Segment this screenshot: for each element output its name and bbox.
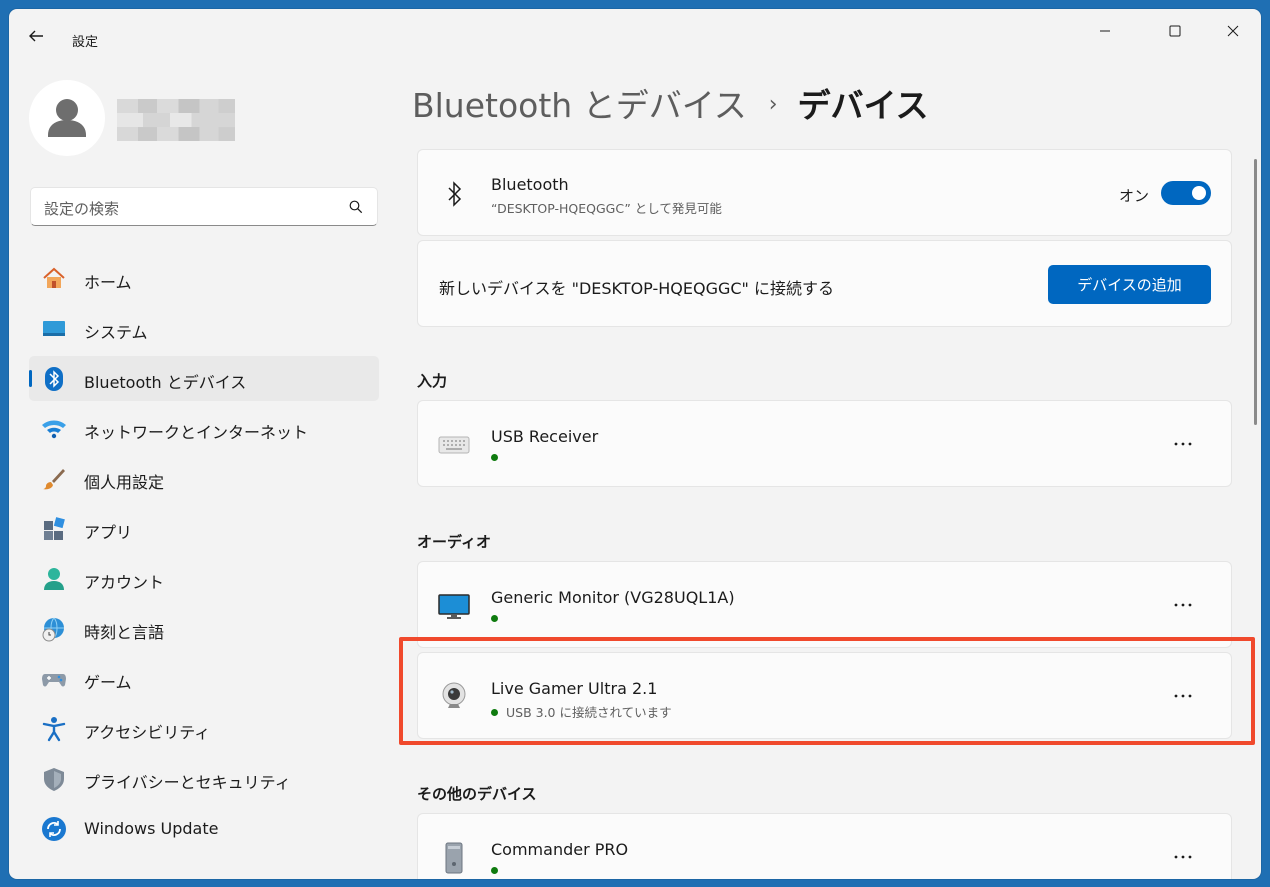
- monitor-icon: [41, 316, 67, 342]
- sidebar-item-gaming[interactable]: ゲーム: [29, 656, 379, 701]
- sidebar-item-label: 時刻と言語: [84, 623, 165, 642]
- device-status: [491, 863, 506, 878]
- bluetooth-card: Bluetooth “DESKTOP-HQEQGGC” として発見可能 オン: [417, 149, 1232, 236]
- sidebar-item-label: 個人用設定: [84, 473, 165, 492]
- breadcrumb: Bluetooth とデバイス › デバイス: [412, 79, 929, 127]
- sidebar-item-apps[interactable]: アプリ: [29, 506, 379, 551]
- connected-dot-icon: [491, 615, 498, 622]
- wifi-icon: [41, 416, 67, 442]
- paintbrush-icon: [41, 466, 67, 492]
- sidebar-item-privacy[interactable]: プライバシーとセキュリティ: [29, 756, 379, 801]
- highlight-box: [399, 637, 1255, 745]
- search-input[interactable]: 設定の検索: [30, 187, 378, 226]
- minimize-button[interactable]: [1082, 17, 1128, 45]
- bluetooth-icon: [41, 366, 67, 392]
- keyboard-icon: [436, 427, 472, 463]
- bluetooth-icon: [436, 176, 472, 212]
- maximize-button[interactable]: [1152, 17, 1198, 45]
- title-bar: 設定: [9, 9, 1261, 53]
- person-silhouette-icon: [48, 99, 86, 137]
- bluetooth-title: Bluetooth: [491, 175, 569, 194]
- person-icon: [41, 566, 67, 592]
- device-row-commander-pro[interactable]: Commander PRO: [417, 813, 1232, 879]
- add-device-button[interactable]: デバイスの追加: [1048, 265, 1211, 304]
- section-input-heading: 入力: [417, 372, 448, 390]
- device-status: [491, 450, 506, 465]
- device-tower-icon: [436, 840, 472, 876]
- sidebar-item-network[interactable]: ネットワークとインターネット: [29, 406, 379, 451]
- chevron-right-icon: ›: [768, 92, 778, 117]
- ellipsis-icon: [1174, 442, 1192, 446]
- section-other-heading: その他のデバイス: [417, 785, 537, 803]
- back-arrow-icon[interactable]: [27, 27, 49, 49]
- device-name: Generic Monitor (VG28UQL1A): [491, 588, 735, 607]
- globe-clock-icon: [41, 616, 67, 642]
- sidebar-item-label: アプリ: [84, 523, 133, 542]
- bluetooth-toggle[interactable]: [1161, 181, 1211, 205]
- sidebar-item-label: ゲーム: [84, 673, 132, 692]
- device-name: Commander PRO: [491, 840, 629, 859]
- page-title: デバイス: [797, 86, 929, 125]
- sidebar-item-label: アクセシビリティ: [84, 723, 211, 742]
- sidebar-item-label: Windows Update: [84, 819, 219, 838]
- sidebar-item-label: アカウント: [84, 573, 165, 592]
- close-button[interactable]: [1210, 17, 1256, 45]
- more-options-button[interactable]: [1171, 432, 1195, 456]
- sidebar-item-label: Bluetooth とデバイス: [84, 373, 247, 392]
- home-icon: [41, 266, 67, 292]
- add-device-text: 新しいデバイスを "DESKTOP-HQEQGGC" に接続する: [439, 279, 834, 298]
- sidebar-item-windows-update[interactable]: Windows Update: [29, 806, 379, 851]
- monitor-icon: [436, 588, 472, 624]
- sidebar-item-accessibility[interactable]: アクセシビリティ: [29, 706, 379, 751]
- connected-dot-icon: [491, 867, 498, 874]
- breadcrumb-parent[interactable]: Bluetooth とデバイス: [412, 86, 747, 125]
- device-row-usb-receiver[interactable]: USB Receiver: [417, 400, 1232, 487]
- add-device-card: 新しいデバイスを "DESKTOP-HQEQGGC" に接続する デバイスの追加: [417, 240, 1232, 327]
- sidebar-item-personalization[interactable]: 個人用設定: [29, 456, 379, 501]
- sidebar-item-label: プライバシーとセキュリティ: [84, 773, 291, 792]
- device-row-generic-monitor[interactable]: Generic Monitor (VG28UQL1A): [417, 561, 1232, 648]
- sidebar-item-label: システム: [84, 323, 148, 342]
- ellipsis-icon: [1174, 855, 1192, 859]
- username-blurred: [117, 99, 235, 141]
- shield-icon: [41, 766, 67, 792]
- update-icon: [41, 816, 67, 842]
- sidebar-item-label: ネットワークとインターネット: [84, 423, 309, 442]
- sidebar-item-time-language[interactable]: 時刻と言語: [29, 606, 379, 651]
- bluetooth-subtitle: “DESKTOP-HQEQGGC” として発見可能: [491, 201, 722, 216]
- more-options-button[interactable]: [1171, 845, 1195, 869]
- sidebar-item-accounts[interactable]: アカウント: [29, 556, 379, 601]
- avatar[interactable]: [29, 80, 105, 156]
- gamepad-icon: [41, 666, 67, 692]
- search-placeholder: 設定の検索: [44, 200, 120, 218]
- sidebar-nav: ホーム システム Bluetooth とデバイス ネットワークとインターネット …: [29, 256, 379, 856]
- sidebar-item-bluetooth[interactable]: Bluetooth とデバイス: [29, 356, 379, 401]
- accessibility-icon: [41, 716, 67, 742]
- search-icon: [349, 199, 363, 218]
- toggle-state-label: オン: [1118, 187, 1149, 205]
- sidebar-item-system[interactable]: システム: [29, 306, 379, 351]
- ellipsis-icon: [1174, 603, 1192, 607]
- sidebar-item-home[interactable]: ホーム: [29, 256, 379, 301]
- sidebar-item-label: ホーム: [84, 273, 132, 292]
- settings-window: 設定 設定の検索 ホーム システム Bluetooth とデバイス ネットワーク…: [9, 9, 1261, 879]
- scrollbar[interactable]: [1254, 159, 1257, 425]
- connected-dot-icon: [491, 454, 498, 461]
- window-title: 設定: [72, 35, 99, 50]
- more-options-button[interactable]: [1171, 593, 1195, 617]
- apps-icon: [41, 516, 67, 542]
- device-name: USB Receiver: [491, 427, 599, 446]
- section-audio-heading: オーディオ: [417, 533, 491, 551]
- device-status: [491, 611, 506, 626]
